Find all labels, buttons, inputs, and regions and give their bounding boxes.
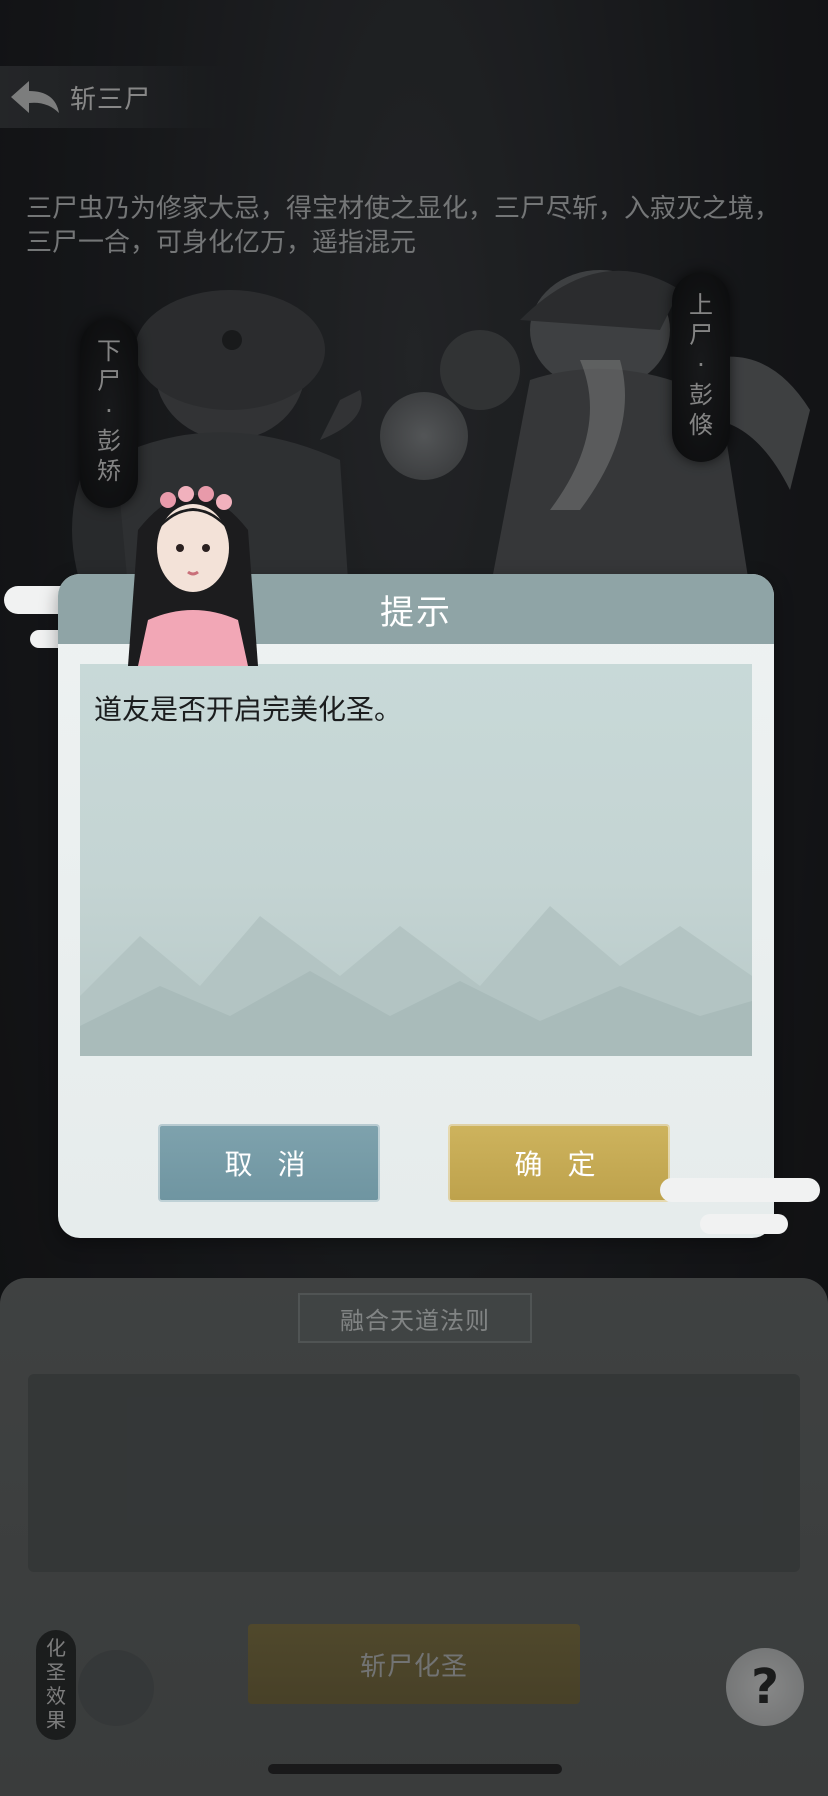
cancel-button[interactable]: 取 消 bbox=[158, 1124, 380, 1202]
fairy-avatar bbox=[128, 486, 258, 666]
confirm-button[interactable]: 确 定 bbox=[448, 1124, 670, 1202]
dialog-message: 道友是否开启完美化圣。 bbox=[94, 693, 403, 726]
mountain-decoration bbox=[80, 906, 752, 1056]
cloud-decoration-right-small bbox=[700, 1214, 788, 1234]
dialog-body: 道友是否开启完美化圣。 bbox=[80, 664, 752, 1056]
prompt-dialog: 提示 道友是否开启完美化圣。 取 消 确 定 bbox=[58, 574, 774, 1238]
cloud-decoration-right bbox=[660, 1178, 820, 1202]
